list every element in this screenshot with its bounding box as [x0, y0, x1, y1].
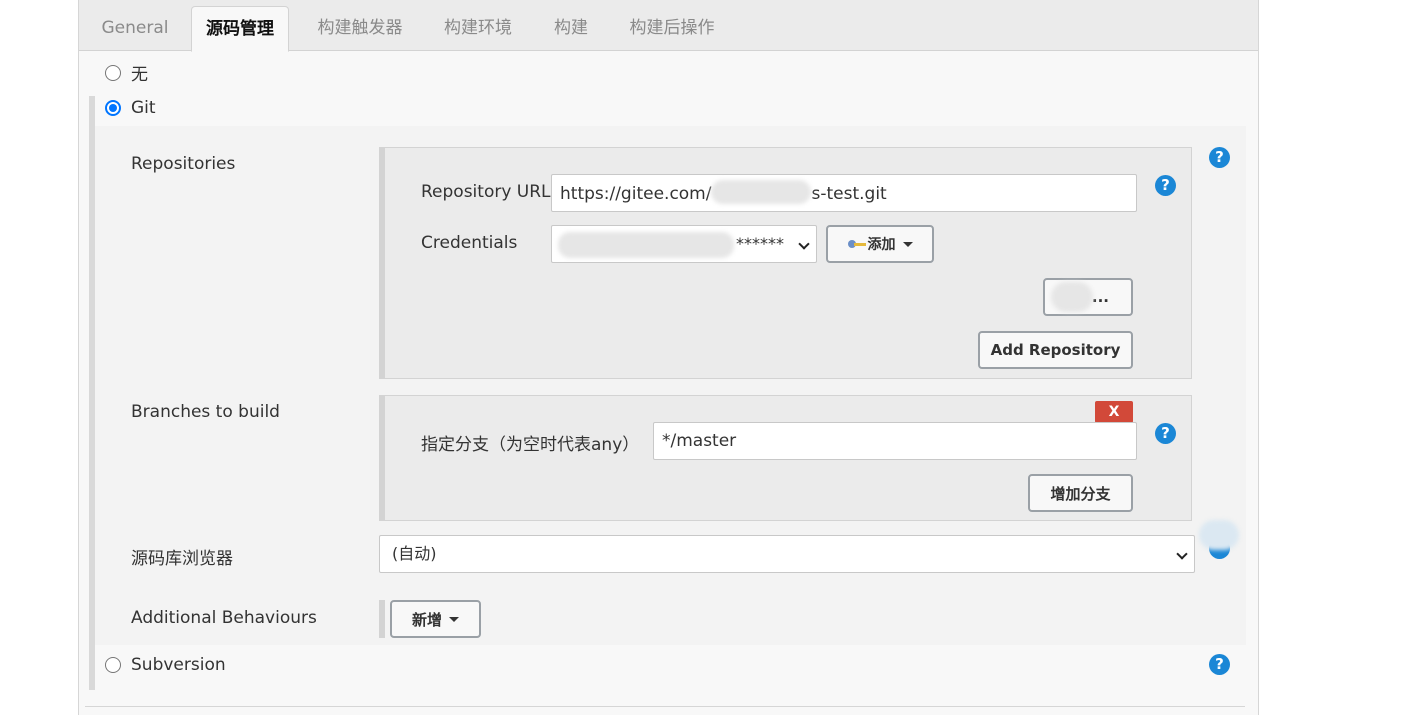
add-repository-button[interactable]: Add Repository — [978, 331, 1133, 369]
branch-help-icon[interactable]: ? — [1155, 423, 1176, 444]
radio-subversion[interactable] — [105, 657, 121, 673]
tab-general[interactable]: General — [93, 6, 177, 51]
repository-url-suffix: s-test.git — [811, 184, 887, 204]
git-section-top — [95, 126, 1246, 138]
branch-specifier-input[interactable]: */master — [653, 422, 1137, 460]
branches-box: X 指定分支（为空时代表any） */master 增加分支 — [379, 395, 1192, 521]
delete-branch-button[interactable]: X — [1095, 401, 1133, 423]
radio-git[interactable] — [105, 100, 121, 116]
add-behaviour-label: 新增 — [411, 610, 442, 629]
git-help-icon[interactable]: ? — [1209, 147, 1230, 168]
tab-scm[interactable]: 源码管理 — [191, 6, 289, 52]
repositories-label: Repositories — [131, 154, 236, 174]
config-panel: General 源码管理 构建触发器 构建环境 构建 构建后操作 无 Git R… — [78, 0, 1259, 715]
key-icon — [847, 239, 866, 249]
scm-option-git[interactable]: Git — [105, 98, 156, 118]
radio-none-label: 无 — [131, 65, 148, 85]
tab-build-triggers[interactable]: 构建触发器 — [305, 6, 415, 51]
tab-post-build[interactable]: 构建后操作 — [617, 6, 727, 51]
tab-build-environment[interactable]: 构建环境 — [433, 6, 523, 51]
repository-url-prefix: https://gitee.com/ — [560, 184, 712, 204]
chevron-down-icon — [798, 238, 810, 250]
redacted-blur — [1051, 282, 1093, 312]
credentials-select[interactable]: ****** — [551, 225, 817, 263]
repository-browser-value: (自动) — [392, 544, 437, 563]
git-section: Repositories Repository URL https://gite… — [95, 138, 1246, 645]
repository-browser-label: 源码库浏览器 — [131, 549, 233, 569]
credentials-label: Credentials — [421, 233, 518, 253]
credentials-value: ****** — [736, 234, 784, 253]
subversion-help-icon[interactable]: ? — [1209, 654, 1230, 675]
scm-option-none[interactable]: 无 — [105, 60, 148, 85]
repository-url-help-icon[interactable]: ? — [1155, 175, 1176, 196]
scm-option-subversion[interactable]: Subversion — [105, 655, 226, 675]
repository-browser-select[interactable]: (自动) — [379, 535, 1195, 573]
branches-label: Branches to build — [131, 402, 280, 422]
section-divider — [85, 706, 1245, 707]
additional-indent-bar — [379, 600, 385, 638]
chevron-down-icon — [1176, 548, 1188, 560]
redacted-blur — [558, 232, 734, 258]
radio-subversion-label: Subversion — [131, 655, 226, 675]
advanced-button[interactable]: ... — [1043, 278, 1133, 316]
tab-bar: General 源码管理 构建触发器 构建环境 构建 构建后操作 — [79, 0, 1258, 52]
radio-none[interactable] — [105, 64, 121, 81]
branch-specifier-label: 指定分支（为空时代表any） — [421, 435, 640, 455]
advanced-button-label: ... — [1091, 288, 1109, 306]
repositories-box: Repository URL https://gitee.com/s-test.… — [379, 147, 1192, 379]
add-branch-button[interactable]: 增加分支 — [1028, 474, 1133, 512]
caret-down-icon — [449, 616, 459, 622]
repository-url-input[interactable]: https://gitee.com/s-test.git — [551, 174, 1137, 212]
redacted-blur — [1199, 520, 1239, 550]
radio-git-label: Git — [131, 98, 156, 118]
redacted-blur — [711, 180, 812, 204]
add-behaviour-button[interactable]: 新增 — [390, 600, 481, 638]
repository-url-label: Repository URL — [421, 182, 551, 202]
additional-behaviours-label: Additional Behaviours — [131, 608, 317, 628]
caret-down-icon — [902, 241, 913, 247]
tab-build[interactable]: 构建 — [543, 6, 599, 51]
add-credentials-button[interactable]: 添加 — [826, 225, 934, 263]
add-credentials-label: 添加 — [867, 237, 896, 253]
